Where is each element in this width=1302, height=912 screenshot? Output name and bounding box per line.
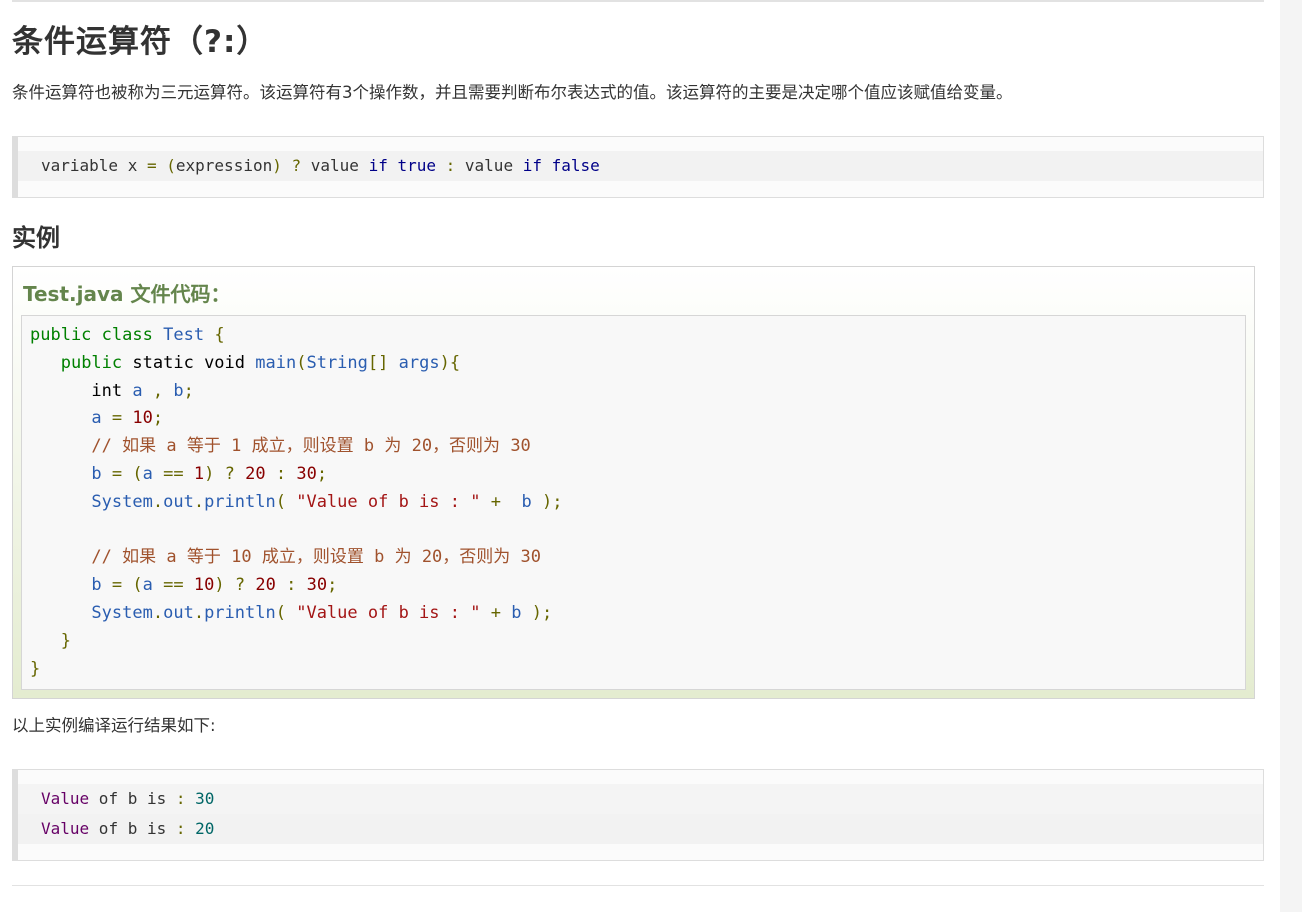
example-file-title: Test.java 文件代码：: [23, 282, 231, 306]
syntax-token: ): [272, 156, 282, 175]
top-divider: [12, 0, 1264, 2]
syntax-token: (: [166, 156, 176, 175]
code-line: ​: [30, 517, 1237, 545]
syntax-line: variable x = (expression) ? value if tru…: [18, 151, 1263, 181]
output-token: :: [175, 789, 186, 809]
syntax-token: =: [146, 156, 157, 175]
code-line: int a , b;: [91, 380, 194, 401]
syntax-token: false: [551, 156, 600, 175]
output-code-block: Value of b is : 30 Value of b is : 20: [12, 769, 1264, 862]
syntax-code-block: variable x = (expression) ? value if tru…: [12, 136, 1264, 198]
code-line: b = (a == 1) ? 20 : 30;: [91, 463, 328, 484]
syntax-token: if: [368, 156, 388, 175]
syntax-token: [157, 156, 167, 175]
syntax-token: if: [522, 156, 542, 175]
bottom-divider: [12, 885, 1264, 887]
code-line: }: [60, 630, 71, 651]
example-heading: 实例: [12, 224, 60, 252]
code-line: b = (a == 10) ? 20 : 30;: [91, 575, 338, 596]
code-line: System.out.println( "Value of b is : " +…: [91, 491, 563, 512]
output-token: of b is: [89, 789, 176, 809]
syntax-token: true: [397, 156, 436, 175]
output-line: Value of b is : 30: [18, 784, 1263, 815]
java-code-block: public class Test { public static void m…: [21, 315, 1246, 691]
example-panel: Test.java 文件代码： public class Test { publ…: [12, 266, 1255, 700]
article-content: 条件运算符（?:） 条件运算符也被称为三元运算符。该运算符有3个操作数，并且需要…: [12, 0, 1264, 887]
scrollbar-track[interactable]: [1280, 0, 1302, 912]
syntax-token: ?: [281, 156, 311, 175]
syntax-token: value: [464, 156, 523, 175]
syntax-token: expression: [175, 156, 273, 175]
output-token: of b is: [89, 819, 176, 839]
output-token: Value: [41, 819, 90, 839]
output-line: Value of b is : 20: [18, 814, 1263, 845]
code-line: public class Test {: [30, 325, 225, 345]
syntax-token: variable x: [41, 156, 147, 175]
code-line: // 如果 a 等于 10 成立，则设置 b 为 20，否则为 30: [91, 547, 542, 568]
result-label: 以上实例编译运行结果如下:: [12, 716, 216, 736]
description-paragraph: 条件运算符也被称为三元运算符。该运算符有3个操作数，并且需要判断布尔表达式的值。…: [12, 83, 1013, 102]
code-line: a = 10;: [91, 408, 164, 429]
output-token: 20: [185, 819, 215, 839]
code-line: System.out.println( "Value of b is : " +…: [91, 602, 553, 623]
syntax-token: value: [310, 156, 369, 175]
output-token: Value: [41, 789, 90, 809]
syntax-token: :: [436, 156, 465, 175]
page-title: 条件运算符（?:）: [12, 24, 269, 60]
syntax-token: [542, 156, 552, 175]
output-token: 30: [185, 789, 215, 809]
code-line: }: [30, 658, 41, 679]
output-token: :: [175, 819, 186, 839]
code-line: public static void main(String[] args){: [60, 352, 461, 373]
code-line: // 如果 a 等于 1 成立，则设置 b 为 20，否则为 30: [91, 436, 531, 457]
